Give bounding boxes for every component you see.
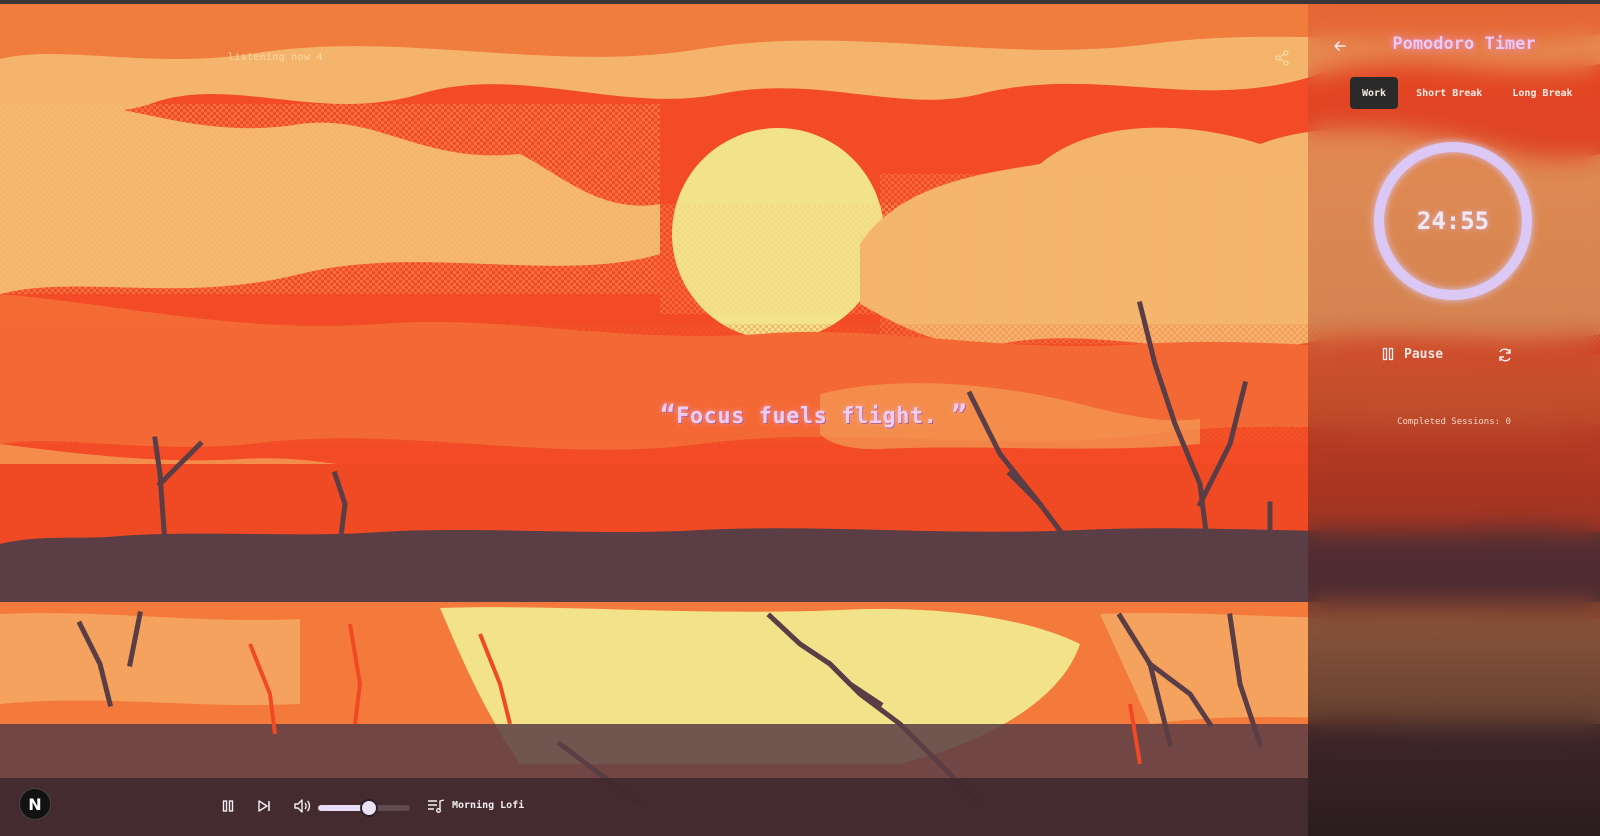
timer-circle: 24:55 bbox=[1365, 133, 1541, 309]
volume-slider-handle[interactable] bbox=[359, 799, 378, 817]
timer-mode-tabs: Work Short Break Long Break bbox=[1350, 77, 1585, 109]
volume-slider[interactable] bbox=[318, 799, 410, 817]
quote-close-mark: ” bbox=[951, 400, 968, 430]
playlist-music-icon bbox=[428, 799, 445, 813]
pause-icon bbox=[1382, 347, 1394, 361]
pomodoro-panel: Pomodoro Timer Work Short Break Long Bre… bbox=[1308, 4, 1600, 836]
reset-button[interactable] bbox=[1494, 344, 1516, 366]
panel-title: Pomodoro Timer bbox=[1392, 34, 1536, 54]
next-track-button[interactable] bbox=[252, 794, 276, 818]
tab-work[interactable]: Work bbox=[1350, 77, 1399, 109]
motivational-quote: “Focus fuels flight. ” bbox=[660, 400, 967, 430]
share-icon bbox=[1275, 50, 1289, 66]
window-top-edge bbox=[0, 0, 1600, 4]
skip-forward-icon bbox=[258, 800, 270, 812]
tab-long-break[interactable]: Long Break bbox=[1500, 77, 1584, 109]
mute-button[interactable] bbox=[290, 794, 314, 818]
tab-short-break[interactable]: Short Break bbox=[1404, 77, 1494, 109]
quote-open-mark: “ bbox=[660, 400, 677, 430]
time-remaining: 24:55 bbox=[1416, 207, 1490, 235]
playlist-button[interactable] bbox=[424, 794, 448, 818]
share-button[interactable] bbox=[1270, 46, 1294, 70]
current-track-name: Morning Lofi bbox=[452, 800, 525, 811]
music-player-bar: N Morning Lofi bbox=[0, 778, 1308, 836]
refresh-icon bbox=[1499, 348, 1511, 362]
volume-icon bbox=[294, 799, 311, 813]
completed-sessions-label: Completed Sessions: 0 bbox=[1397, 417, 1511, 427]
quote-text: Focus fuels flight. bbox=[676, 404, 952, 429]
listening-count-label: listening now 4 bbox=[228, 52, 323, 63]
app-logo[interactable]: N bbox=[19, 788, 51, 820]
play-pause-button[interactable] bbox=[216, 794, 240, 818]
pause-icon bbox=[222, 800, 234, 812]
pause-label: Pause bbox=[1404, 346, 1444, 362]
pause-button[interactable]: Pause bbox=[1382, 342, 1443, 366]
